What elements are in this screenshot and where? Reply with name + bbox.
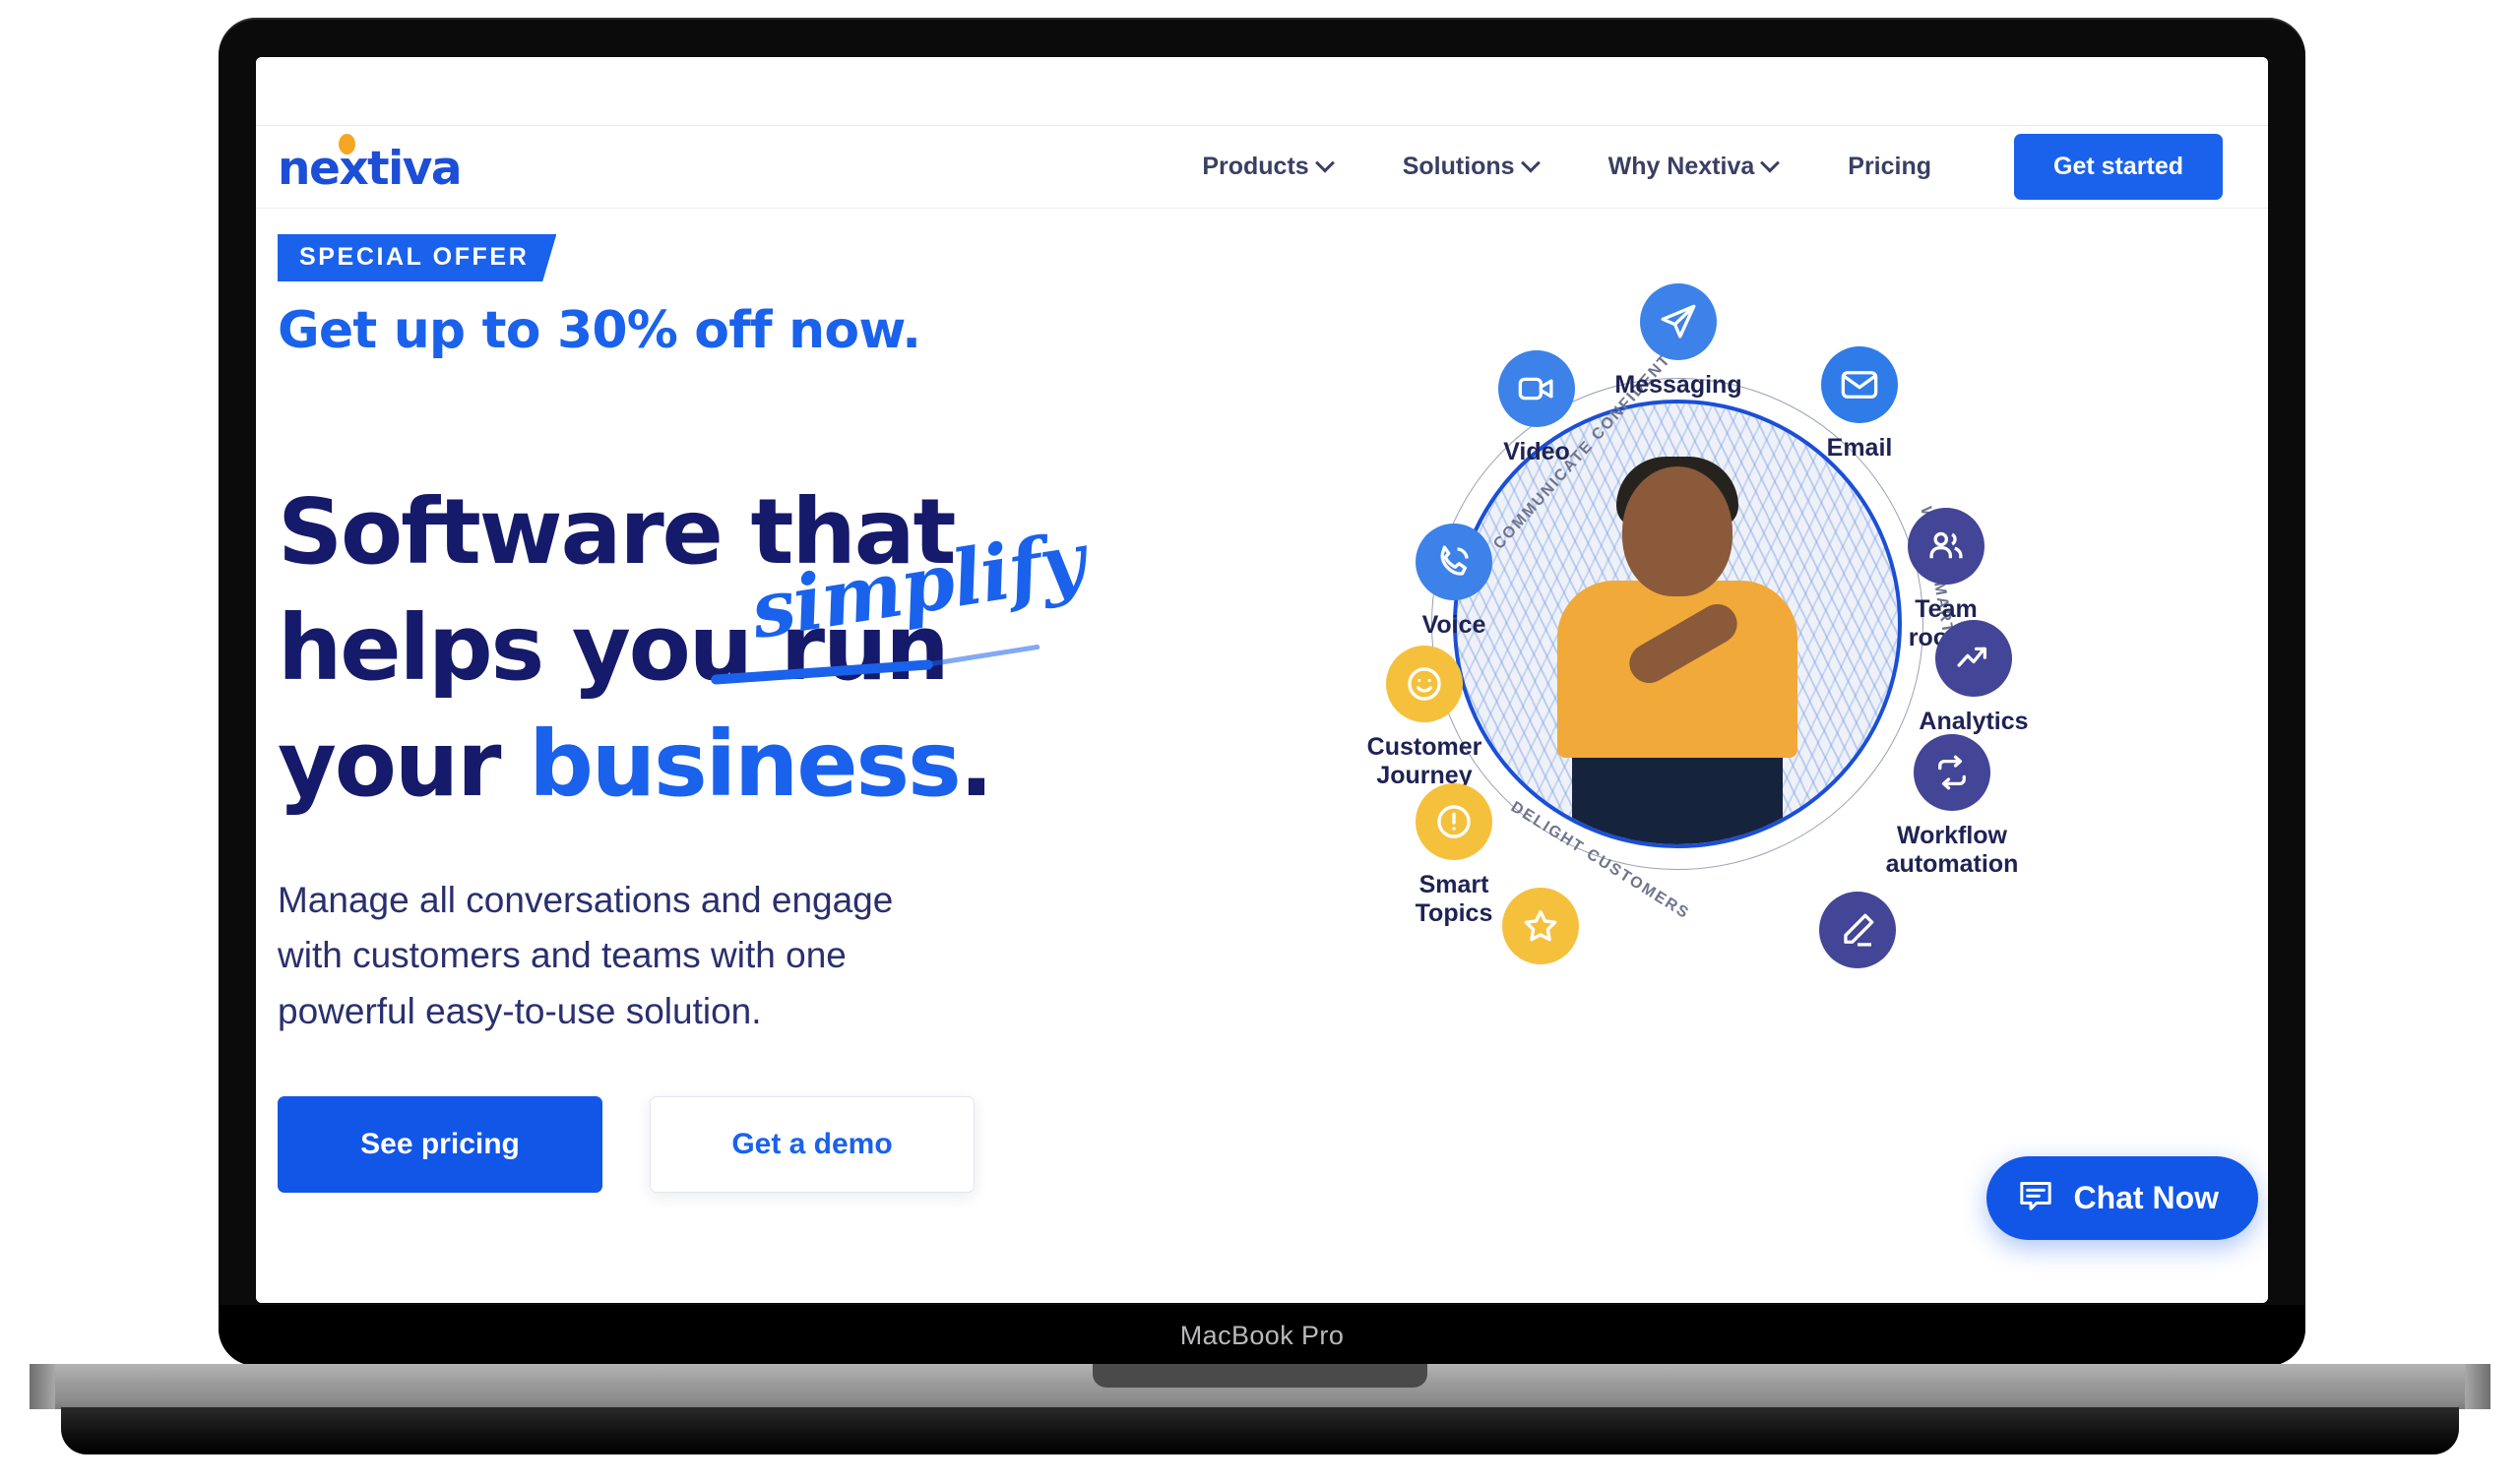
page-title: Software that helps you run your busines… (278, 474, 1045, 822)
headline-line-3-prefix: your (278, 711, 530, 817)
laptop-base-notch (1093, 1364, 1427, 1388)
nav-item-label: Products (1202, 153, 1309, 180)
laptop-mockup-stage: nextiva Products Solutions Why Nextiva P… (0, 0, 2520, 1484)
laptop-base (30, 1364, 2490, 1409)
feature-label: Analytics (1919, 708, 2029, 735)
portrait-head (1622, 466, 1732, 596)
laptop-frame: nextiva Products Solutions Why Nextiva P… (219, 18, 2305, 1366)
feature-label: Email (1826, 434, 1893, 462)
feature-label: Workflow automation (1885, 822, 2019, 878)
trend-up-icon (1935, 620, 2012, 697)
laptop-chin: MacBook Pro (219, 1305, 2305, 1366)
hero-subheading: Manage all conversations and engage with… (278, 880, 894, 1031)
chevron-down-icon (1314, 153, 1335, 173)
star-icon (1502, 888, 1579, 964)
nav-item-solutions[interactable]: Solutions (1367, 153, 1573, 181)
feature-node-surveys[interactable] (1784, 892, 1931, 979)
portrait-illustration (1530, 451, 1825, 844)
nav-item-pricing[interactable]: Pricing (1812, 153, 1967, 181)
feature-node-email[interactable]: Email (1786, 346, 1933, 463)
feature-node-voice[interactable]: Voice (1380, 524, 1528, 640)
nextiva-logo[interactable]: nextiva (278, 134, 463, 192)
feature-node-analytics[interactable]: Analytics (1900, 620, 2048, 736)
laptop-foot (61, 1407, 2459, 1454)
offer-headline: Get up to 30% off now. (278, 301, 921, 360)
repeat-icon (1914, 734, 1990, 811)
feature-label: Voice (1421, 611, 1486, 639)
see-pricing-button[interactable]: See pricing (278, 1095, 602, 1193)
nav-item-label: Solutions (1402, 153, 1515, 180)
nav-item-label: Pricing (1848, 153, 1932, 180)
paper-plane-icon (1640, 283, 1717, 360)
feature-label: Customer Journey (1366, 733, 1482, 789)
nav-item-label: Why Nextiva (1607, 153, 1755, 180)
feature-label: Messaging (1614, 371, 1742, 399)
laptop-base-right-edge (2465, 1364, 2490, 1409)
get-started-button[interactable]: Get started (2014, 134, 2223, 200)
hero-cta-group: See pricing Get a demo (278, 1095, 1240, 1193)
chevron-down-icon (1520, 153, 1541, 173)
get-a-demo-button[interactable]: Get a demo (650, 1095, 975, 1193)
headline-struck-word: run (780, 594, 950, 701)
laptop-base-left-edge (30, 1364, 55, 1409)
laptop-screen-bezel: nextiva Products Solutions Why Nextiva P… (256, 57, 2268, 1303)
logo-dot-icon (339, 134, 355, 155)
alert-icon (1416, 783, 1492, 860)
portrait-skirt (1572, 746, 1783, 844)
chat-now-widget[interactable]: Chat Now (1986, 1156, 2258, 1240)
nav-item-products[interactable]: Products (1166, 153, 1366, 181)
chat-bubble-icon (2016, 1176, 2055, 1220)
hero-section: SPECIAL OFFER Get up to 30% off now. Sof… (256, 209, 2268, 1301)
pencil-icon (1819, 892, 1896, 968)
people-icon (1908, 508, 1984, 585)
feature-node-workflow-automation[interactable]: Workflow automation (1878, 734, 2026, 878)
feature-node-video[interactable]: Video (1463, 350, 1610, 466)
device-brand-label: MacBook Pro (1179, 1320, 1345, 1350)
laptop-screen: nextiva Products Solutions Why Nextiva P… (256, 57, 2268, 1303)
video-camera-icon (1498, 350, 1575, 427)
special-offer-badge: SPECIAL OFFER (278, 234, 557, 281)
chevron-down-icon (1760, 153, 1781, 173)
feature-node-reviews[interactable] (1467, 888, 1614, 975)
headline-line-2-prefix: helps you (278, 594, 781, 701)
logo-text: nextiva (278, 142, 463, 196)
feature-node-customer-journey[interactable]: Customer Journey (1351, 646, 1498, 789)
hero-headline-wrapper: Software that helps you run your busines… (278, 474, 1240, 822)
headline-accent-word: business (529, 711, 962, 817)
hero-illustration-column: COMMUNICATE CONFIDENTLY WORK SMARTER DEL… (1240, 209, 2268, 1301)
headline-line-1: Software that (278, 479, 956, 585)
feature-node-messaging[interactable]: Messaging (1605, 283, 1752, 400)
chat-now-label: Chat Now (2073, 1180, 2219, 1215)
nav-item-why-nextiva[interactable]: Why Nextiva (1573, 153, 1813, 181)
announcement-strip (256, 57, 2268, 126)
envelope-icon (1821, 346, 1898, 423)
feature-label: Video (1503, 438, 1570, 465)
hero-copy-column: SPECIAL OFFER Get up to 30% off now. Sof… (256, 209, 1240, 1301)
site-navbar: nextiva Products Solutions Why Nextiva P… (256, 126, 2268, 209)
webpage: nextiva Products Solutions Why Nextiva P… (256, 57, 2268, 1303)
nav-links: Products Solutions Why Nextiva Pricing G… (1166, 134, 2223, 200)
smiley-icon (1386, 646, 1463, 722)
feature-orbit-illustration: COMMUNICATE CONFIDENTLY WORK SMARTER DEL… (1211, 262, 2244, 1246)
phone-icon (1416, 524, 1492, 600)
headline-period: . (959, 711, 994, 817)
